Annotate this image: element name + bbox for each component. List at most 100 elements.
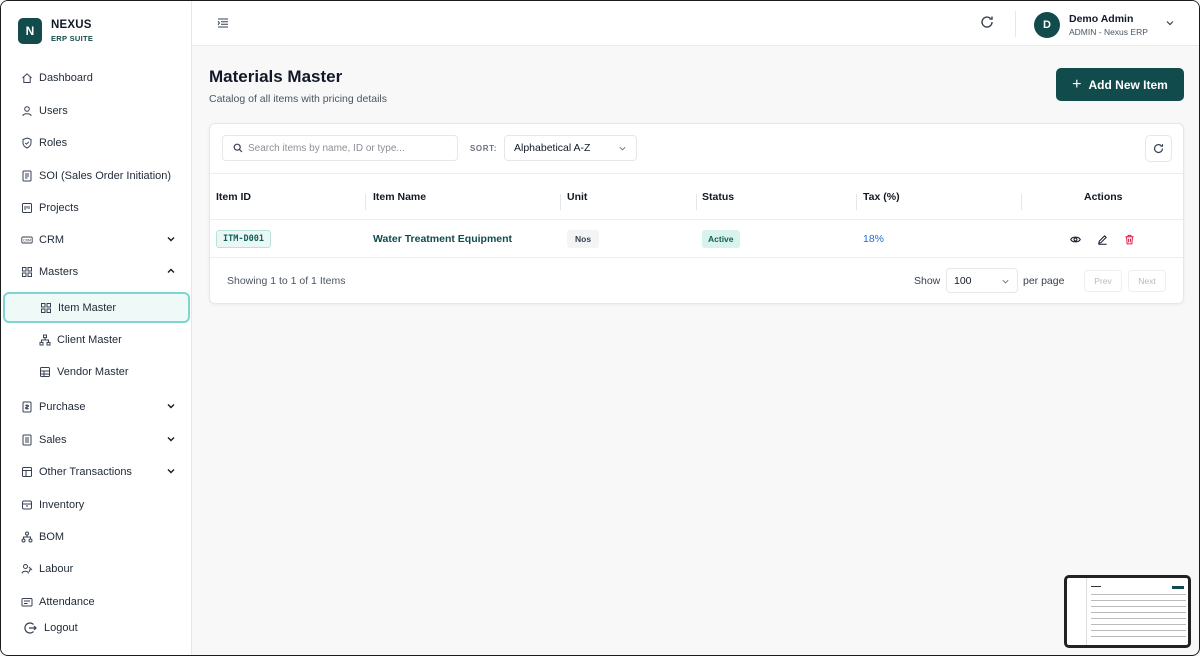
column-header-item-id[interactable]: Item ID: [216, 174, 251, 220]
search-box[interactable]: [222, 135, 458, 161]
inventory-icon: [21, 499, 33, 511]
brand-logo: N: [18, 18, 42, 44]
prev-page-button[interactable]: Prev: [1084, 270, 1122, 292]
brand-name: NEXUS: [51, 18, 92, 31]
sidebar-item-projects[interactable]: Projects: [1, 194, 192, 222]
sidebar: N NEXUS ERP SUITE Dashboard Users Roles …: [1, 1, 192, 655]
column-header-status[interactable]: Status: [702, 174, 734, 220]
filter-bar: SORT: Alphabetical A-Z: [210, 124, 1183, 174]
column-divider: [560, 194, 561, 210]
search-input[interactable]: [248, 142, 448, 154]
sidebar-item-bom[interactable]: BOM: [1, 523, 192, 551]
sidebar-item-crm[interactable]: CRM CRM: [1, 226, 192, 254]
sidebar-item-purchase[interactable]: Purchase: [1, 393, 192, 421]
chevron-down-icon: [619, 146, 626, 151]
grid-icon: [21, 266, 33, 278]
sort-select[interactable]: Alphabetical A-Z: [504, 135, 637, 161]
sidebar-item-label: BOM: [39, 531, 65, 543]
projects-icon: [21, 202, 33, 214]
sidebar-item-sales[interactable]: Sales: [1, 426, 192, 454]
tax-value: 18%: [863, 233, 885, 245]
sidebar-item-label: SOI (Sales Order Initiation): [39, 170, 172, 182]
sidebar-item-label: Item Master: [58, 301, 117, 314]
per-page-label: per page: [1023, 275, 1065, 287]
sidebar-item-label: Attendance: [39, 596, 95, 608]
user-name[interactable]: Demo Admin: [1069, 13, 1133, 25]
logout-label: Logout: [44, 622, 78, 634]
building-icon: [39, 366, 51, 378]
chevron-down-icon[interactable]: [1165, 18, 1175, 28]
sidebar-item-soi[interactable]: SOI (Sales Order Initiation): [1, 162, 192, 190]
header-divider: [1015, 11, 1016, 37]
delete-trash-icon[interactable]: [1124, 234, 1135, 245]
sidebar-item-label: Roles: [39, 137, 68, 149]
sidebar-item-label: Vendor Master: [57, 366, 129, 378]
chevron-down-icon: [1002, 279, 1009, 284]
add-new-item-label: Add New Item: [1088, 77, 1168, 92]
search-icon: [233, 143, 243, 153]
sidebar-item-labour[interactable]: Labour: [1, 555, 192, 583]
column-divider: [1021, 194, 1022, 210]
sidebar-item-item-master[interactable]: Item Master: [3, 292, 190, 323]
menu-toggle-icon[interactable]: [217, 17, 229, 29]
document-icon: [21, 170, 33, 182]
chevron-up-icon: [167, 268, 175, 273]
sort-value: Alphabetical A-Z: [514, 142, 591, 154]
item-name[interactable]: Water Treatment Equipment: [373, 220, 512, 258]
shield-icon: [21, 137, 33, 149]
refresh-icon: [1154, 144, 1164, 154]
item-id-badge: ITM-D001: [216, 230, 271, 248]
next-page-button[interactable]: Next: [1128, 270, 1166, 292]
sidebar-item-label: Sales: [39, 434, 67, 446]
brand[interactable]: N NEXUS ERP SUITE: [18, 18, 93, 44]
logout-icon: [23, 621, 37, 635]
unit-badge: Nos: [567, 230, 600, 248]
page-title: Materials Master: [209, 67, 343, 86]
column-header-actions: Actions: [1084, 191, 1123, 203]
page-subtitle: Catalog of all items with pricing detail…: [209, 93, 387, 105]
page-size-value: 100: [954, 274, 972, 287]
svg-text:CRM: CRM: [23, 238, 31, 242]
table-row[interactable]: ITM-D001 Water Treatment Equipment Nos A…: [210, 220, 1183, 258]
refresh-button[interactable]: [1145, 135, 1172, 162]
sidebar-item-vendor-master[interactable]: Vendor Master: [1, 358, 192, 386]
add-new-item-button[interactable]: + Add New Item: [1056, 68, 1184, 101]
sidebar-item-label: Other Transactions: [39, 466, 132, 478]
sales-icon: [21, 434, 33, 446]
column-divider: [856, 194, 857, 210]
user-role: ADMIN - Nexus ERP: [1069, 27, 1148, 37]
column-header-tax[interactable]: Tax (%): [863, 174, 900, 220]
logout-button[interactable]: Logout: [1, 614, 192, 642]
avatar[interactable]: D: [1034, 12, 1060, 38]
column-header-unit[interactable]: Unit: [567, 174, 587, 220]
sidebar-item-label: Purchase: [39, 401, 86, 413]
column-header-item-name[interactable]: Item Name: [373, 174, 426, 220]
view-eye-icon[interactable]: [1070, 234, 1081, 245]
sidebar-item-attendance[interactable]: Attendance: [1, 588, 192, 616]
brand-subtitle: ERP SUITE: [51, 34, 94, 43]
sidebar-item-label: Inventory: [39, 499, 85, 511]
sidebar-item-masters[interactable]: Masters: [1, 258, 192, 286]
user-icon: [21, 105, 33, 117]
sidebar-item-users[interactable]: Users: [1, 97, 192, 125]
page-size-select[interactable]: 100: [946, 268, 1018, 293]
sidebar-item-other-transactions[interactable]: Other Transactions: [1, 458, 192, 486]
chevron-down-icon: [167, 437, 175, 442]
refresh-icon[interactable]: [980, 15, 994, 29]
screenshot-thumbnail[interactable]: [1064, 575, 1191, 648]
sidebar-item-inventory[interactable]: Inventory: [1, 491, 192, 519]
app-window: N NEXUS ERP SUITE Dashboard Users Roles …: [0, 0, 1200, 656]
sidebar-item-dashboard[interactable]: Dashboard: [1, 64, 192, 92]
edit-pencil-icon[interactable]: [1097, 234, 1108, 245]
show-label: Show: [914, 275, 941, 287]
grid-icon: [40, 302, 52, 314]
bom-icon: [21, 531, 33, 543]
status-badge: Active: [702, 230, 740, 248]
sidebar-item-roles[interactable]: Roles: [1, 129, 192, 157]
sidebar-item-client-master[interactable]: Client Master: [1, 326, 192, 354]
sidebar-item-label: Labour: [39, 563, 74, 575]
pagination-summary: Showing 1 to 1 of 1 Items: [227, 275, 346, 287]
table-footer: Showing 1 to 1 of 1 Items Show 100 per p…: [210, 258, 1183, 304]
sidebar-item-label: Projects: [39, 202, 79, 214]
chevron-down-icon: [167, 404, 175, 409]
